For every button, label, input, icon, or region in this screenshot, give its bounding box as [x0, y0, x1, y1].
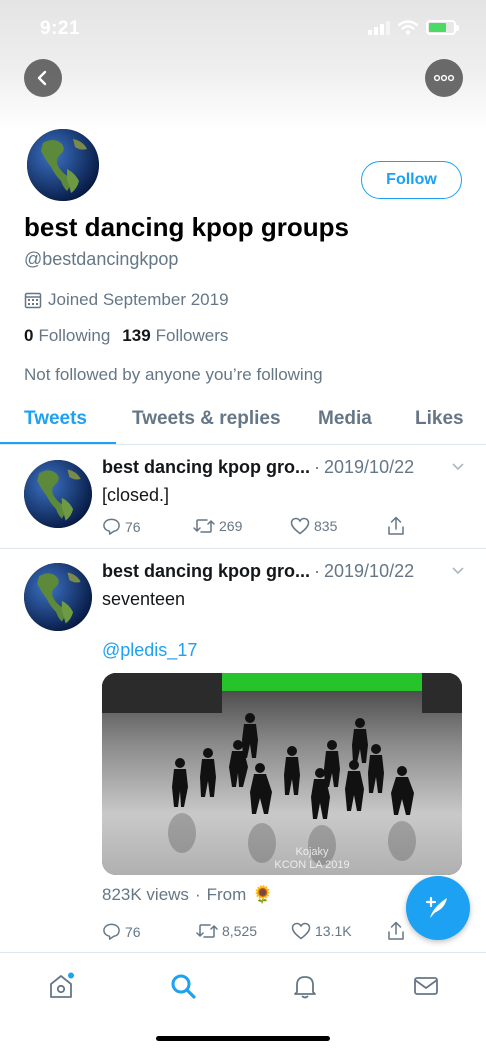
chevron-down-icon[interactable] — [452, 463, 464, 471]
more-button[interactable] — [425, 59, 463, 97]
following-label: Following — [38, 326, 111, 345]
video-thumbnail — [102, 673, 462, 875]
compose-tweet-button[interactable] — [406, 876, 470, 940]
tab-tweets-replies[interactable]: Tweets & replies — [132, 408, 281, 430]
tweet-separator: · — [314, 561, 321, 581]
tweet-separator: · — [314, 457, 321, 477]
share-button[interactable] — [386, 921, 406, 941]
status-time: 9:21 — [40, 18, 81, 39]
tweet-author[interactable]: best dancing kpop gro... — [102, 457, 310, 477]
notifications-icon — [294, 976, 316, 999]
mention-link[interactable]: @pledis_17 — [102, 640, 197, 661]
like-icon — [290, 517, 310, 535]
followers-label: Followers — [155, 326, 229, 345]
calendar-icon — [24, 292, 42, 309]
tweet-text: seventeen — [102, 589, 186, 609]
tweet-avatar[interactable] — [24, 460, 92, 528]
sunflower-emoji: 🌻 — [252, 885, 274, 904]
signal-icon — [368, 20, 390, 35]
search-icon — [171, 974, 196, 999]
retweet-count: 8,525 — [222, 923, 258, 939]
reply-icon — [103, 923, 120, 940]
reply-count: 76 — [125, 518, 141, 535]
tweet-date: 2019/10/22 — [324, 457, 415, 477]
tab-home[interactable] — [46, 971, 76, 1001]
retweet-button[interactable]: 269 — [193, 517, 242, 535]
tweet-header: best dancing kpop gro... · 2019/10/22 — [102, 561, 414, 582]
wifi-icon — [398, 20, 418, 35]
profile-handle: @bestdancingkpop — [24, 249, 179, 269]
active-tab-indicator — [0, 442, 116, 444]
tab-notifications[interactable] — [290, 971, 320, 1001]
joined-text: Joined September 2019 — [48, 290, 229, 309]
tweet-header: best dancing kpop gro... · 2019/10/22 — [102, 457, 414, 478]
like-icon — [291, 922, 311, 940]
joined-date: Joined September 2019 — [24, 290, 229, 310]
media-caption-line1: Kojaky — [295, 846, 329, 858]
back-arrow-icon — [37, 70, 47, 86]
tweet-divider — [0, 548, 486, 549]
messages-icon — [414, 977, 438, 995]
following-link[interactable]: 0 Following — [24, 326, 110, 346]
from-label: From — [206, 885, 247, 904]
globe-image — [24, 563, 92, 631]
tweet-avatar[interactable] — [24, 563, 92, 631]
tab-media[interactable]: Media — [318, 408, 372, 430]
tweet-media-video[interactable]: Kojaky KCON LA 2019 — [102, 673, 462, 875]
share-icon — [388, 921, 404, 940]
share-button[interactable] — [386, 516, 406, 536]
video-views: 823K views · From 🌻 — [102, 885, 273, 905]
following-count: 0 — [24, 326, 34, 345]
follow-stats: 0 Following 139 Followers — [24, 326, 228, 346]
status-bar: 9:21 — [0, 0, 486, 56]
battery-icon — [426, 20, 459, 35]
retweet-icon — [196, 924, 218, 938]
reply-count: 76 — [125, 923, 141, 940]
tab-tweets[interactable]: Tweets — [24, 408, 87, 430]
compose-icon — [425, 896, 447, 918]
followers-count: 139 — [122, 326, 151, 345]
media-caption-line2: KCON LA 2019 — [274, 859, 350, 871]
view-count: 823K views — [102, 885, 189, 904]
profile-display-name: best dancing kpop groups — [24, 212, 350, 242]
like-button[interactable]: 835 — [290, 517, 337, 535]
share-icon — [388, 516, 404, 535]
tweet-date: 2019/10/22 — [324, 561, 415, 581]
retweet-icon — [193, 519, 215, 533]
globe-image — [27, 129, 99, 201]
like-button[interactable]: 13.1K — [291, 922, 352, 940]
not-followed-text: Not followed by anyone you’re following — [24, 365, 323, 384]
status-icons — [368, 20, 459, 35]
follow-button[interactable]: Follow — [361, 161, 462, 199]
retweet-count: 269 — [219, 518, 243, 534]
retweet-button[interactable]: 8,525 — [196, 922, 257, 940]
home-icon — [50, 972, 74, 998]
more-icon — [433, 74, 455, 82]
tab-messages[interactable] — [411, 971, 441, 1001]
home-indicator — [156, 1036, 330, 1041]
like-count: 13.1K — [315, 923, 352, 939]
tab-likes[interactable]: Likes — [415, 408, 464, 430]
reply-button[interactable]: 76 — [102, 517, 141, 536]
reply-icon — [103, 518, 120, 535]
profile-avatar[interactable] — [24, 126, 102, 204]
globe-image — [24, 460, 92, 528]
tweet-author[interactable]: best dancing kpop gro... — [102, 561, 310, 581]
like-count: 835 — [314, 518, 338, 534]
profile-tabs: Tweets Tweets & replies Media Likes — [0, 398, 486, 445]
tab-search[interactable] — [168, 971, 198, 1001]
back-button[interactable] — [24, 59, 62, 97]
reply-button[interactable]: 76 — [102, 922, 141, 941]
chevron-down-icon[interactable] — [452, 567, 464, 575]
followers-link[interactable]: 139 Followers — [122, 326, 228, 346]
tweet-text: [closed.] — [102, 485, 170, 505]
views-separator: · — [194, 885, 201, 904]
